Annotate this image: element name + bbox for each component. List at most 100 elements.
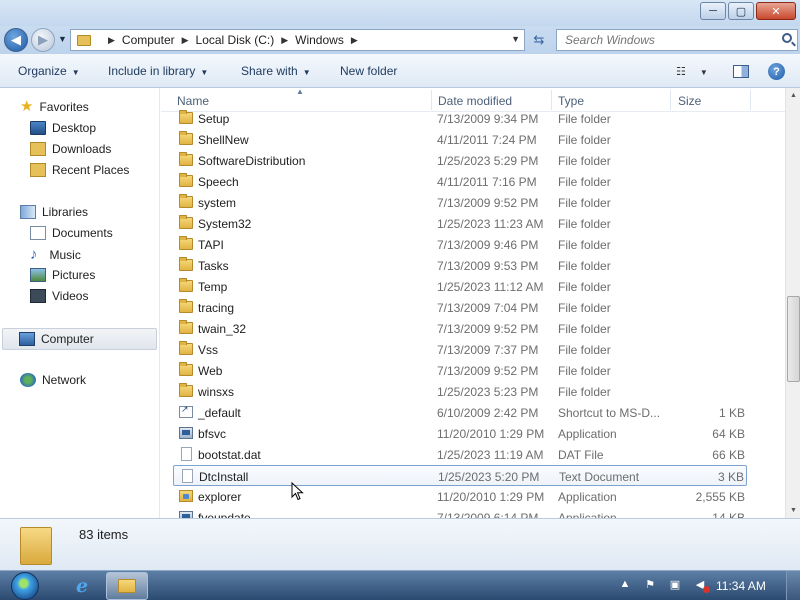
nav-music[interactable]: ♪ Music <box>30 247 81 262</box>
column-divider[interactable] <box>551 90 552 110</box>
file-row[interactable]: TAPI 7/13/2009 9:46 PM File folder <box>173 234 747 255</box>
file-size: 14 KB <box>712 511 745 518</box>
file-row[interactable]: System32 1/25/2023 11:23 AM File folder <box>173 213 747 234</box>
file-type: File folder <box>558 133 611 147</box>
nav-videos[interactable]: Videos <box>30 289 88 303</box>
column-date-modified[interactable]: Date modified <box>438 94 512 108</box>
nav-libraries[interactable]: Libraries <box>20 205 88 219</box>
organize-button[interactable]: Organize ▼ <box>18 64 80 78</box>
show-desktop-button[interactable] <box>786 571 800 600</box>
back-button[interactable]: ◀ <box>4 28 28 52</box>
file-row[interactable]: Setup 7/13/2009 9:34 PM File folder <box>173 108 747 129</box>
file-date-modified: 7/13/2009 9:52 PM <box>437 322 539 336</box>
chevron-right-icon[interactable]: ▶ <box>108 35 115 46</box>
column-divider[interactable] <box>670 90 671 110</box>
nav-documents[interactable]: Documents <box>30 226 113 240</box>
scroll-up-icon[interactable]: ▲ <box>786 88 800 103</box>
file-name: TAPI <box>198 238 224 252</box>
file-date-modified: 4/11/2011 7:16 PM <box>437 175 537 189</box>
chevron-down-icon: ▼ <box>71 68 80 77</box>
file-row[interactable]: bfsvc 11/20/2010 1:29 PM Application 64 KB <box>173 423 747 444</box>
close-button[interactable]: ✕ <box>756 2 796 20</box>
file-row[interactable]: _default 6/10/2009 2:42 PM Shortcut to MS-… <box>173 402 747 423</box>
network-status-icon[interactable]: ▣ <box>668 577 682 591</box>
desktop-icon <box>30 121 46 135</box>
address-dropdown-icon[interactable]: ▼ <box>511 34 520 44</box>
nav-favorites[interactable]: ★ Favorites <box>20 99 89 114</box>
file-row[interactable]: tracing 7/13/2009 7:04 PM File folder <box>173 297 747 318</box>
search-icon[interactable] <box>782 33 792 43</box>
volume-muted-icon[interactable]: ◀ <box>693 577 710 593</box>
column-divider[interactable] <box>431 90 432 110</box>
action-center-flag-icon[interactable]: ⚑ <box>643 577 657 591</box>
nav-downloads[interactable]: Downloads <box>30 142 111 156</box>
breadcrumb-local-disk[interactable]: Local Disk (C:) <box>196 33 275 47</box>
file-date-modified: 1/25/2023 11:19 AM <box>437 448 544 462</box>
scrollbar-thumb[interactable] <box>787 296 800 382</box>
share-with-button[interactable]: Share with ▼ <box>241 64 311 78</box>
clock[interactable]: 11:34 AM <box>716 579 766 593</box>
file-size: 66 KB <box>712 448 745 462</box>
column-divider[interactable] <box>750 90 751 110</box>
file-row[interactable]: explorer 11/20/2010 1:29 PM Application 2,5… <box>173 486 747 507</box>
address-bar[interactable]: ▶ Computer ▶ Local Disk (C:) ▶ Windows ▶… <box>70 29 525 51</box>
file-type: File folder <box>558 112 611 126</box>
help-icon[interactable]: ? <box>768 63 785 80</box>
file-icon <box>181 447 192 461</box>
forward-button[interactable]: ▶ <box>31 28 55 52</box>
column-size[interactable]: Size <box>678 94 701 108</box>
folder-icon <box>20 527 52 565</box>
new-folder-button[interactable]: New folder <box>340 64 397 78</box>
refresh-icon[interactable]: ⇆ <box>528 29 550 51</box>
breadcrumb-windows[interactable]: Windows <box>295 33 344 47</box>
nav-desktop[interactable]: Desktop <box>30 121 96 135</box>
file-row[interactable]: SoftwareDistribution 1/25/2023 5:29 PM Fil… <box>173 150 747 171</box>
nav-network[interactable]: Network <box>20 373 86 387</box>
file-name: twain_32 <box>198 322 247 336</box>
file-row[interactable]: winsxs 1/25/2023 5:23 PM File folder <box>173 381 747 402</box>
recent-pages-dropdown[interactable]: ▼ <box>58 34 67 44</box>
show-hidden-icons-icon[interactable]: ▲ <box>618 577 632 591</box>
file-row[interactable]: Tasks 7/13/2009 9:53 PM File folder <box>173 255 747 276</box>
file-row[interactable]: system 7/13/2009 9:52 PM File folder <box>173 192 747 213</box>
vertical-scrollbar[interactable]: ▲ ▼ <box>785 88 800 518</box>
search-input[interactable] <box>565 30 775 50</box>
preview-pane-icon[interactable] <box>733 65 749 78</box>
file-name: fveupdate <box>198 511 251 518</box>
maximize-button[interactable]: ▢ <box>728 2 754 20</box>
chevron-right-icon[interactable]: ▶ <box>281 35 288 46</box>
nav-computer[interactable]: Computer <box>2 328 157 350</box>
include-in-library-button[interactable]: Include in library ▼ <box>108 64 208 78</box>
internet-explorer-icon[interactable]: e <box>62 573 102 599</box>
nav-pictures[interactable]: Pictures <box>30 268 95 282</box>
file-row[interactable]: Vss 7/13/2009 7:37 PM File folder <box>173 339 747 360</box>
nav-recent-places[interactable]: Recent Places <box>30 163 129 177</box>
file-type: File folder <box>558 280 611 294</box>
file-row[interactable]: Web 7/13/2009 9:52 PM File folder <box>173 360 747 381</box>
taskbar-windows-explorer[interactable] <box>106 572 148 600</box>
file-type: File folder <box>558 196 611 210</box>
change-view-button[interactable]: ☷ ▼ <box>676 65 708 78</box>
start-button[interactable] <box>6 571 44 600</box>
chevron-right-icon[interactable]: ▶ <box>351 35 358 46</box>
scroll-down-icon[interactable]: ▼ <box>786 503 800 518</box>
file-date-modified: 11/20/2010 1:29 PM <box>437 427 545 441</box>
file-row[interactable]: Temp 1/25/2023 11:12 AM File folder <box>173 276 747 297</box>
file-date-modified: 7/13/2009 9:53 PM <box>437 259 539 273</box>
file-name: Temp <box>198 280 228 294</box>
column-name[interactable]: Name <box>177 94 209 108</box>
file-row[interactable]: ShellNew 4/11/2011 7:24 PM File folder <box>173 129 747 150</box>
file-row[interactable]: Speech 4/11/2011 7:16 PM File folder <box>173 171 747 192</box>
chevron-right-icon[interactable]: ▶ <box>182 35 189 46</box>
minimize-button[interactable]: ─ <box>700 2 726 20</box>
file-row[interactable]: twain_32 7/13/2009 9:52 PM File folder <box>173 318 747 339</box>
file-type: File folder <box>558 259 611 273</box>
navigation-bar: ◀ ▶ ▼ ▶ Computer ▶ Local Disk (C:) ▶ Win… <box>0 26 800 54</box>
breadcrumb-computer[interactable]: Computer <box>122 33 175 47</box>
column-type[interactable]: Type <box>558 94 584 108</box>
file-row[interactable]: bootstat.dat 1/25/2023 11:19 AM DAT File 66… <box>173 444 747 465</box>
file-row[interactable]: DtcInstall 1/25/2023 5:20 PM Text Document… <box>173 465 747 486</box>
file-row[interactable]: fveupdate 7/13/2009 6:14 PM Application 14 … <box>173 507 747 518</box>
taskbar: e ▲ ⚑ ▣ ◀ 11:34 AM <box>0 570 800 600</box>
search-box[interactable] <box>556 29 798 51</box>
